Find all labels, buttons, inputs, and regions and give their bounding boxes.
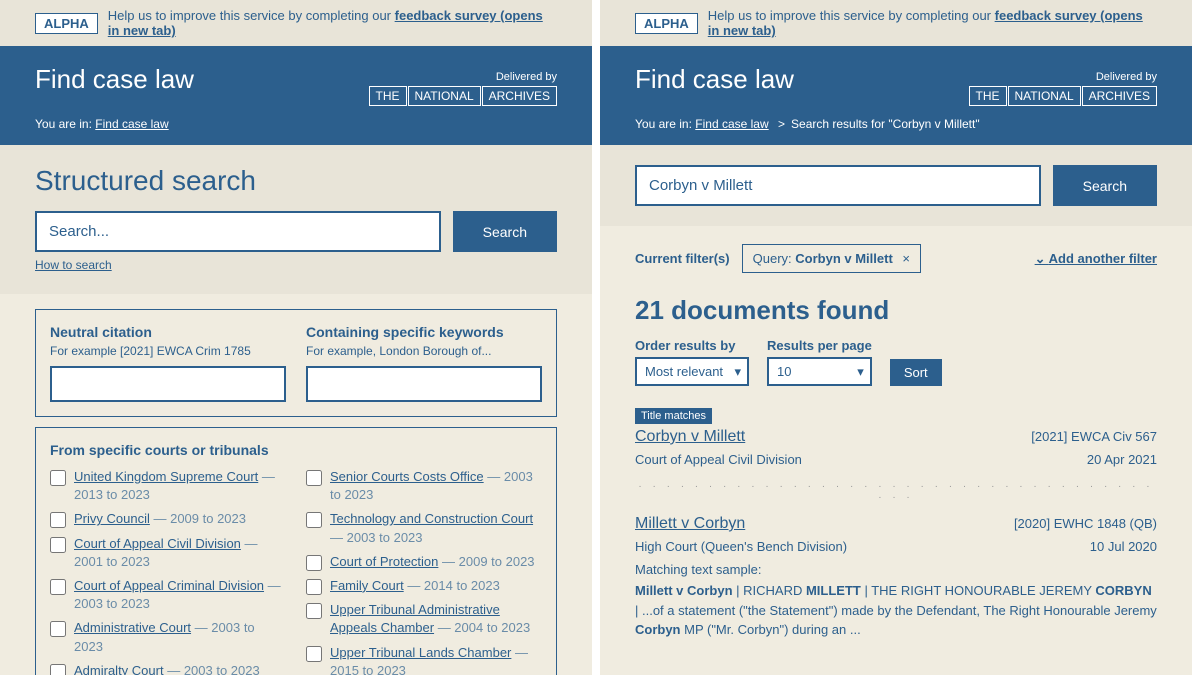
results-content: 21 documents found Order results by Most… (600, 285, 1192, 664)
court-checkbox[interactable] (306, 603, 322, 619)
court-checkbox-item[interactable]: Admiralty Court — 2003 to 2023 (50, 662, 286, 675)
alpha-text: Help us to improve this service by compl… (708, 8, 1157, 38)
active-filters-bar: Current filter(s) Query: Corbyn v Millet… (600, 226, 1192, 285)
results-count: 21 documents found (635, 295, 1157, 326)
court-checkbox[interactable] (306, 555, 322, 571)
left-panel: ALPHA Help us to improve this service by… (0, 0, 600, 675)
result-date: 10 Jul 2020 (1090, 539, 1157, 554)
how-to-search-link[interactable]: How to search (35, 258, 112, 272)
alpha-text: Help us to improve this service by compl… (108, 8, 557, 38)
court-checkbox-item[interactable]: Privy Council — 2009 to 2023 (50, 510, 286, 528)
court-checkbox-item[interactable]: Court of Appeal Civil Division — 2001 to… (50, 535, 286, 571)
search-heading: Structured search (35, 165, 557, 197)
court-checkbox-item[interactable]: Court of Appeal Criminal Division — 2003… (50, 577, 286, 613)
court-checkbox-item[interactable]: Upper Tribunal Lands Chamber — 2015 to 2… (306, 644, 542, 675)
per-page-select[interactable]: 10 (767, 357, 872, 386)
breadcrumb: You are in: Find case law >Search result… (635, 113, 1157, 135)
result-item: Millett v Corbyn [2020] EWHC 1848 (QB) H… (635, 515, 1157, 640)
alpha-banner: ALPHA Help us to improve this service by… (0, 0, 592, 46)
title-match-badge: Title matches (635, 408, 712, 424)
sort-button[interactable]: Sort (890, 359, 942, 386)
result-divider: · · · · · · · · · · · · · · · · · · · · … (635, 481, 1157, 503)
order-by-select[interactable]: Most relevant (635, 357, 749, 386)
search-button[interactable]: Search (453, 211, 557, 252)
court-checkbox-item[interactable]: Family Court — 2014 to 2023 (306, 577, 542, 595)
keywords-hint: For example, London Borough of... (306, 344, 542, 358)
court-checkbox[interactable] (50, 579, 66, 595)
court-checkbox[interactable] (50, 512, 66, 528)
court-checkbox-item[interactable]: Technology and Construction Court — 2003… (306, 510, 542, 546)
remove-filter-icon[interactable]: × (902, 251, 910, 266)
search-section: Structured search Search How to search (0, 145, 592, 294)
result-citation: [2020] EWHC 1848 (QB) (1014, 516, 1157, 531)
result-court: High Court (Queen's Bench Division) (635, 539, 847, 554)
result-citation: [2021] EWCA Civ 567 (1031, 429, 1157, 444)
court-checkbox-item[interactable]: Administrative Court — 2003 to 2023 (50, 619, 286, 655)
court-checkbox-item[interactable]: United Kingdom Supreme Court — 2013 to 2… (50, 468, 286, 504)
result-item: Title matches Corbyn v Millett [2021] EW… (635, 406, 1157, 467)
breadcrumb-home[interactable]: Find case law (695, 117, 768, 131)
current-filters-label: Current filter(s) (635, 251, 730, 266)
result-title-link[interactable]: Millett v Corbyn (635, 515, 745, 533)
result-title-link[interactable]: Corbyn v Millett (635, 428, 745, 446)
per-page-label: Results per page (767, 338, 872, 353)
court-checkbox[interactable] (306, 512, 322, 528)
neutral-citation-hint: For example [2021] EWCA Crim 1785 (50, 344, 286, 358)
match-sample-text: Millett v Corbyn | RICHARD MILLETT | THE… (635, 581, 1157, 640)
search-input[interactable] (635, 165, 1041, 206)
court-checkbox[interactable] (50, 621, 66, 637)
alpha-badge: ALPHA (635, 13, 698, 34)
match-sample-label: Matching text sample: (635, 562, 1157, 577)
breadcrumb: You are in: Find case law (35, 113, 557, 135)
breadcrumb-current: Search results for "Corbyn v Millett" (791, 117, 980, 131)
header: Find case law Delivered by THENATIONALAR… (0, 46, 592, 145)
add-filter-button[interactable]: ⌄ Add another filter (1035, 251, 1157, 267)
keywords-input[interactable] (306, 366, 542, 402)
neutral-citation-input[interactable] (50, 366, 286, 402)
court-checkbox-item[interactable]: Court of Protection — 2009 to 2023 (306, 553, 542, 571)
alpha-banner: ALPHA Help us to improve this service by… (600, 0, 1192, 46)
breadcrumb-home[interactable]: Find case law (95, 117, 168, 131)
search-section: Search (600, 145, 1192, 226)
court-checkbox[interactable] (306, 470, 322, 486)
result-court: Court of Appeal Civil Division (635, 452, 802, 467)
result-date: 20 Apr 2021 (1087, 452, 1157, 467)
alpha-badge: ALPHA (35, 13, 98, 34)
right-panel: ALPHA Help us to improve this service by… (600, 0, 1200, 675)
court-checkbox[interactable] (50, 470, 66, 486)
structured-filters: Neutral citation For example [2021] EWCA… (0, 294, 592, 675)
court-checkbox-item[interactable]: Upper Tribunal Administrative Appeals Ch… (306, 601, 542, 637)
keywords-label: Containing specific keywords (306, 324, 542, 340)
search-input[interactable] (35, 211, 441, 252)
neutral-citation-label: Neutral citation (50, 324, 286, 340)
court-checkbox[interactable] (306, 646, 322, 662)
search-button[interactable]: Search (1053, 165, 1157, 206)
header: Find case law Delivered by THENATIONALAR… (600, 46, 1192, 145)
court-checkbox-item[interactable]: Senior Courts Costs Office — 2003 to 202… (306, 468, 542, 504)
courts-label: From specific courts or tribunals (50, 442, 542, 458)
court-checkbox[interactable] (306, 579, 322, 595)
order-by-label: Order results by (635, 338, 749, 353)
court-checkbox[interactable] (50, 537, 66, 553)
filter-chip-query: Query: Corbyn v Millett × (742, 244, 921, 273)
court-checkbox[interactable] (50, 664, 66, 675)
